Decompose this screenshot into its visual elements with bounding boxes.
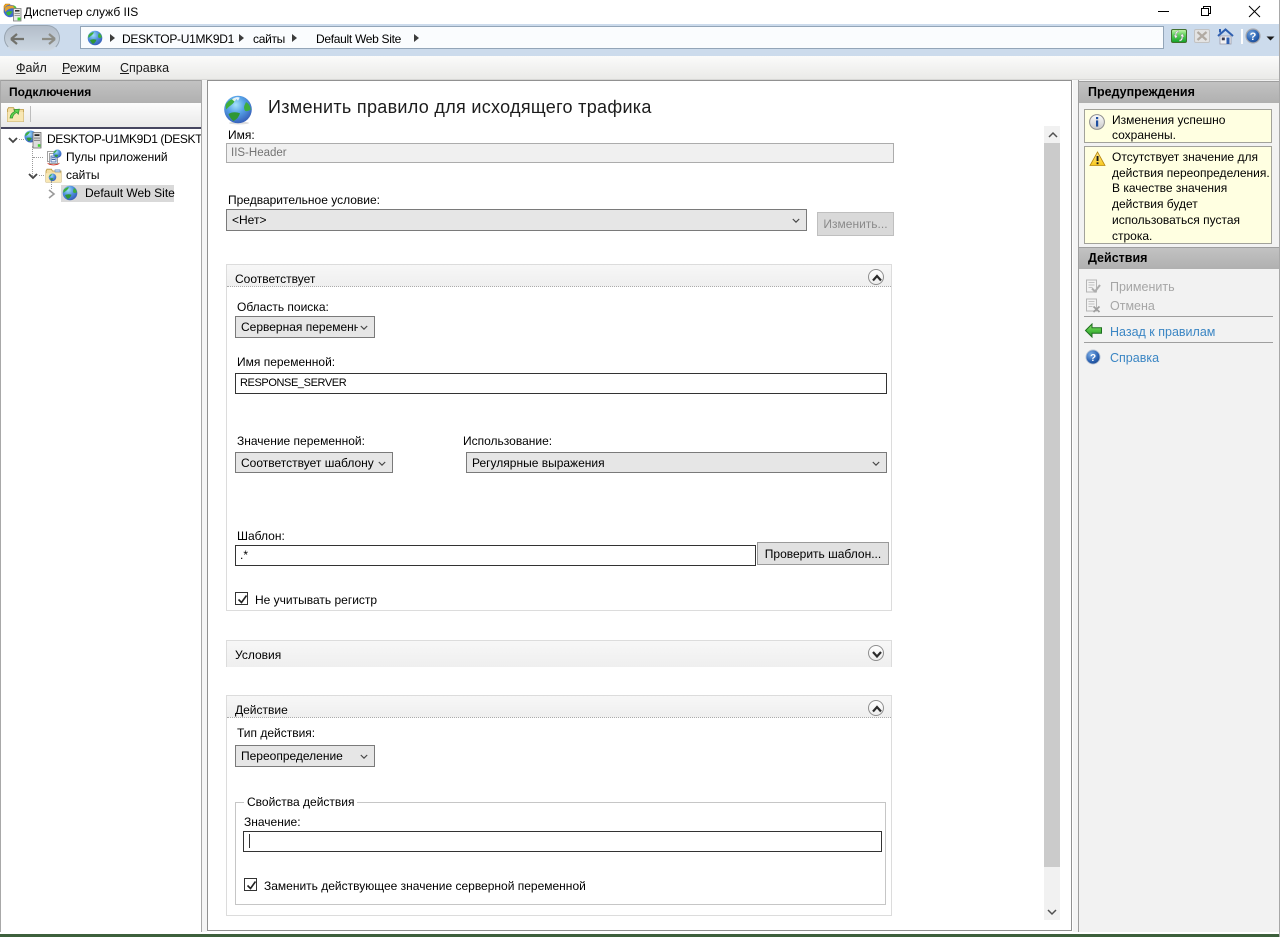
svg-text:?: ?: [1250, 31, 1257, 43]
svg-text:?: ?: [1090, 353, 1096, 364]
